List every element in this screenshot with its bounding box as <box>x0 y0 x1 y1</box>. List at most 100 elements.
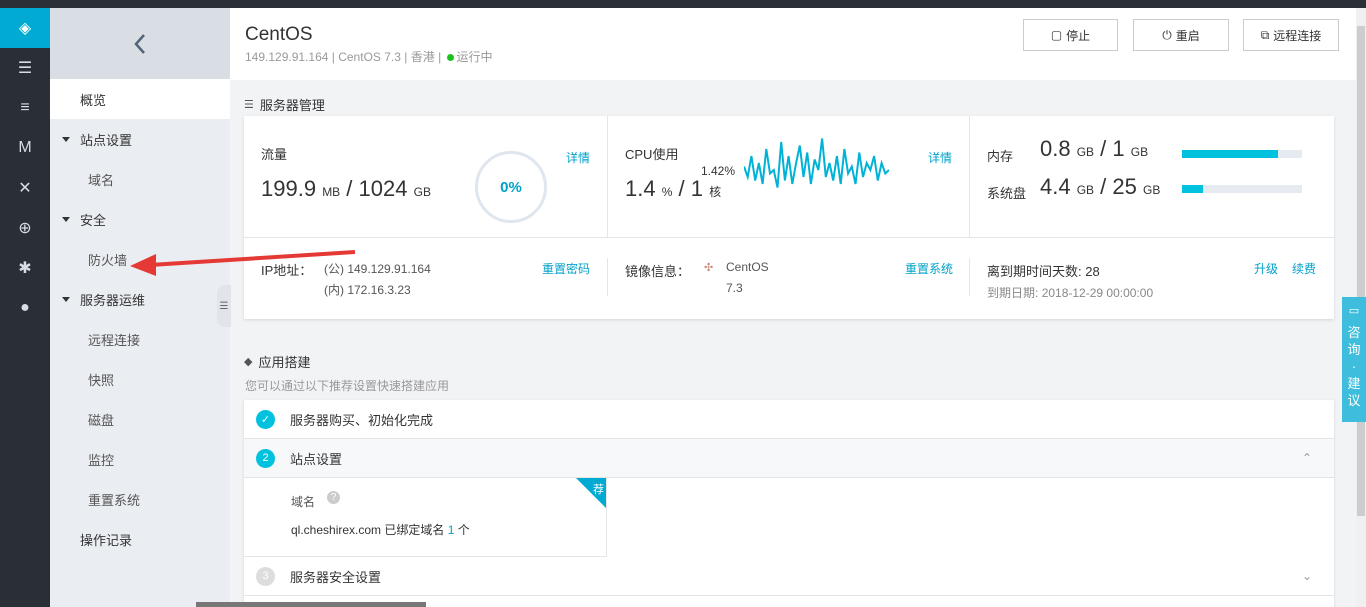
sidebar-item-label: 安全 <box>80 212 107 228</box>
sidebar-group-ops[interactable]: 服务器运维 <box>50 279 230 319</box>
sidebar-item-monitor[interactable]: 监控 <box>50 439 230 479</box>
domain-unit: 个 <box>457 523 470 537</box>
sidebar: 概览 站点设置 域名 安全 防火墙 服务器运维 远程连接 快照 磁盘 监控 重置… <box>50 8 230 607</box>
circle-icon[interactable]: ● <box>0 288 50 328</box>
sidebar-item-reset-system[interactable]: 重置系统 <box>50 479 230 519</box>
disk-unit: GB <box>1076 183 1095 197</box>
scrollbar-thumb[interactable] <box>1357 26 1365 516</box>
sidebar-item-label: 磁盘 <box>88 412 115 428</box>
top-bar <box>0 0 1366 8</box>
traffic-detail-link[interactable]: 详情 <box>566 149 590 166</box>
memory-usage-bar <box>1182 150 1302 158</box>
restart-button[interactable]: ⏻ 重启 <box>1133 19 1229 51</box>
consult-char: · <box>1351 359 1357 374</box>
chevron-up-icon: ⌃ <box>1301 451 1312 465</box>
stop-label: 停止 <box>1066 28 1091 43</box>
memory-unit: GB <box>1076 145 1095 159</box>
memory-value: 0.8 GB / 1 GB <box>1040 136 1149 161</box>
header-region: 香港 <box>410 50 435 64</box>
reset-system-link[interactable]: 重置系统 <box>905 260 953 277</box>
sidebar-item-label: 快照 <box>88 372 115 388</box>
step-site-settings[interactable]: 2 站点设置 ⌃ <box>244 439 1334 478</box>
disk-total: 25 <box>1112 174 1137 199</box>
sidebar-item-disk[interactable]: 磁盘 <box>50 399 230 439</box>
image-label: 镜像信息： <box>625 264 691 279</box>
bug-icon[interactable]: ✱ <box>0 248 50 288</box>
sidebar-group-site[interactable]: 站点设置 <box>50 119 230 159</box>
image-name: CentOS <box>726 260 769 274</box>
expire-days-value: 28 <box>1085 264 1100 279</box>
disk-total-unit: GB <box>1143 183 1161 197</box>
domain-card: 域名 ? ql.cheshirex.com 已绑定域名 1 个 荐 <box>244 478 607 557</box>
step-server-ready[interactable]: ✓ 服务器购买、初始化完成 <box>244 400 1334 439</box>
renew-link[interactable]: 续费 <box>1292 260 1316 277</box>
server-list-icon[interactable]: ☰ <box>0 48 50 88</box>
check-icon: ✓ <box>256 409 275 429</box>
sidebar-collapse-toggle[interactable]: ☰ <box>217 285 231 327</box>
apps-section-title: ◆ 应用搭建 <box>244 352 310 371</box>
cpu-value: 1.4 % / 1 核 <box>625 176 722 201</box>
domain-count[interactable]: 1 <box>448 523 455 537</box>
disk-used: 4.4 <box>1040 174 1071 199</box>
server-section-title: ☰ 服务器管理 <box>244 95 325 114</box>
back-button[interactable] <box>50 8 230 79</box>
cpu-sparkline-line <box>744 138 889 188</box>
recommend-badge-text: 荐 <box>593 484 604 496</box>
sidebar-item-label: 防火墙 <box>88 252 128 268</box>
cpu-core-unit: 核 <box>709 185 722 199</box>
consult-suggest-tab[interactable]: ▭ 咨 询 · 建 议 <box>1342 297 1366 422</box>
reset-password-link[interactable]: 重置密码 <box>542 260 590 277</box>
cube-icon[interactable]: ◈ <box>0 8 50 48</box>
sidebar-item-label: 远程连接 <box>88 332 141 348</box>
restart-label: 重启 <box>1175 28 1200 43</box>
sidebar-item-domain[interactable]: 域名 <box>50 159 230 199</box>
header-os: CentOS 7.3 <box>338 50 401 64</box>
consult-char: 咨 <box>1347 325 1361 340</box>
sidebar-item-snapshot[interactable]: 快照 <box>50 359 230 399</box>
database-icon[interactable]: ≡ <box>0 88 50 128</box>
step-security-settings[interactable]: 3 服务器安全设置 ⌄ <box>244 557 1334 596</box>
expire-days: 离到期时间天数: 28 <box>987 261 1100 280</box>
sidebar-item-overview[interactable]: 概览 <box>50 79 230 119</box>
remote-connect-button[interactable]: ⧉ 远程连接 <box>1243 19 1339 51</box>
traffic-label: 流量 <box>261 147 288 162</box>
traffic-total: 1024 <box>358 176 408 201</box>
consult-char: 建 <box>1347 376 1361 391</box>
cpu-detail-link[interactable]: 详情 <box>928 149 952 166</box>
status-dot-icon <box>446 54 454 61</box>
chevron-left-icon <box>134 33 145 54</box>
disk-label: 系统盘 <box>987 186 1027 201</box>
step-number: 2 <box>256 448 275 468</box>
expire-date-label: 到期日期: <box>987 286 1039 300</box>
stop-button[interactable]: ▢ 停止 <box>1023 19 1118 51</box>
annotation-arrow-icon <box>130 250 356 276</box>
m-logo-icon[interactable]: M <box>0 128 50 168</box>
server-panel: 流量 199.9 MB / 1024 GB 0% 详情 CPU使用 1.42% … <box>244 116 1334 319</box>
page-title: CentOS <box>245 24 313 45</box>
traffic-total-unit: GB <box>413 185 431 199</box>
sidebar-group-security[interactable]: 安全 <box>50 199 230 239</box>
sidebar-item-label: 站点设置 <box>80 132 133 148</box>
expire-date: 到期日期: 2018-12-29 00:00:00 <box>987 284 1153 301</box>
help-icon[interactable]: ? <box>327 491 340 504</box>
sidebar-item-label: 服务器运维 <box>80 292 146 308</box>
sidebar-item-label: 域名 <box>88 172 115 188</box>
sidebar-item-label: 操作记录 <box>80 532 133 548</box>
header-ip: 149.129.91.164 <box>245 50 329 64</box>
expire-days-label: 离到期时间天数: <box>987 264 1082 279</box>
cpu-unit: % <box>661 185 673 199</box>
divider <box>244 237 1334 238</box>
sidebar-item-label: 概览 <box>80 92 107 108</box>
ip-private: (内) 172.16.3.23 <box>324 283 411 297</box>
sidebar-item-remote[interactable]: 远程连接 <box>50 319 230 359</box>
globe-icon[interactable]: ⊕ <box>0 208 50 248</box>
step-label: 站点设置 <box>290 451 343 467</box>
image-version: 7.3 <box>726 281 743 295</box>
upgrade-link[interactable]: 升级 <box>1254 260 1278 277</box>
memory-total-unit: GB <box>1130 145 1149 159</box>
divider <box>607 116 608 237</box>
memory-label: 内存 <box>987 149 1014 164</box>
traffic-percent: 0% <box>500 178 522 196</box>
sidebar-item-oplog[interactable]: 操作记录 <box>50 519 230 559</box>
tools-icon[interactable]: ✕ <box>0 168 50 208</box>
